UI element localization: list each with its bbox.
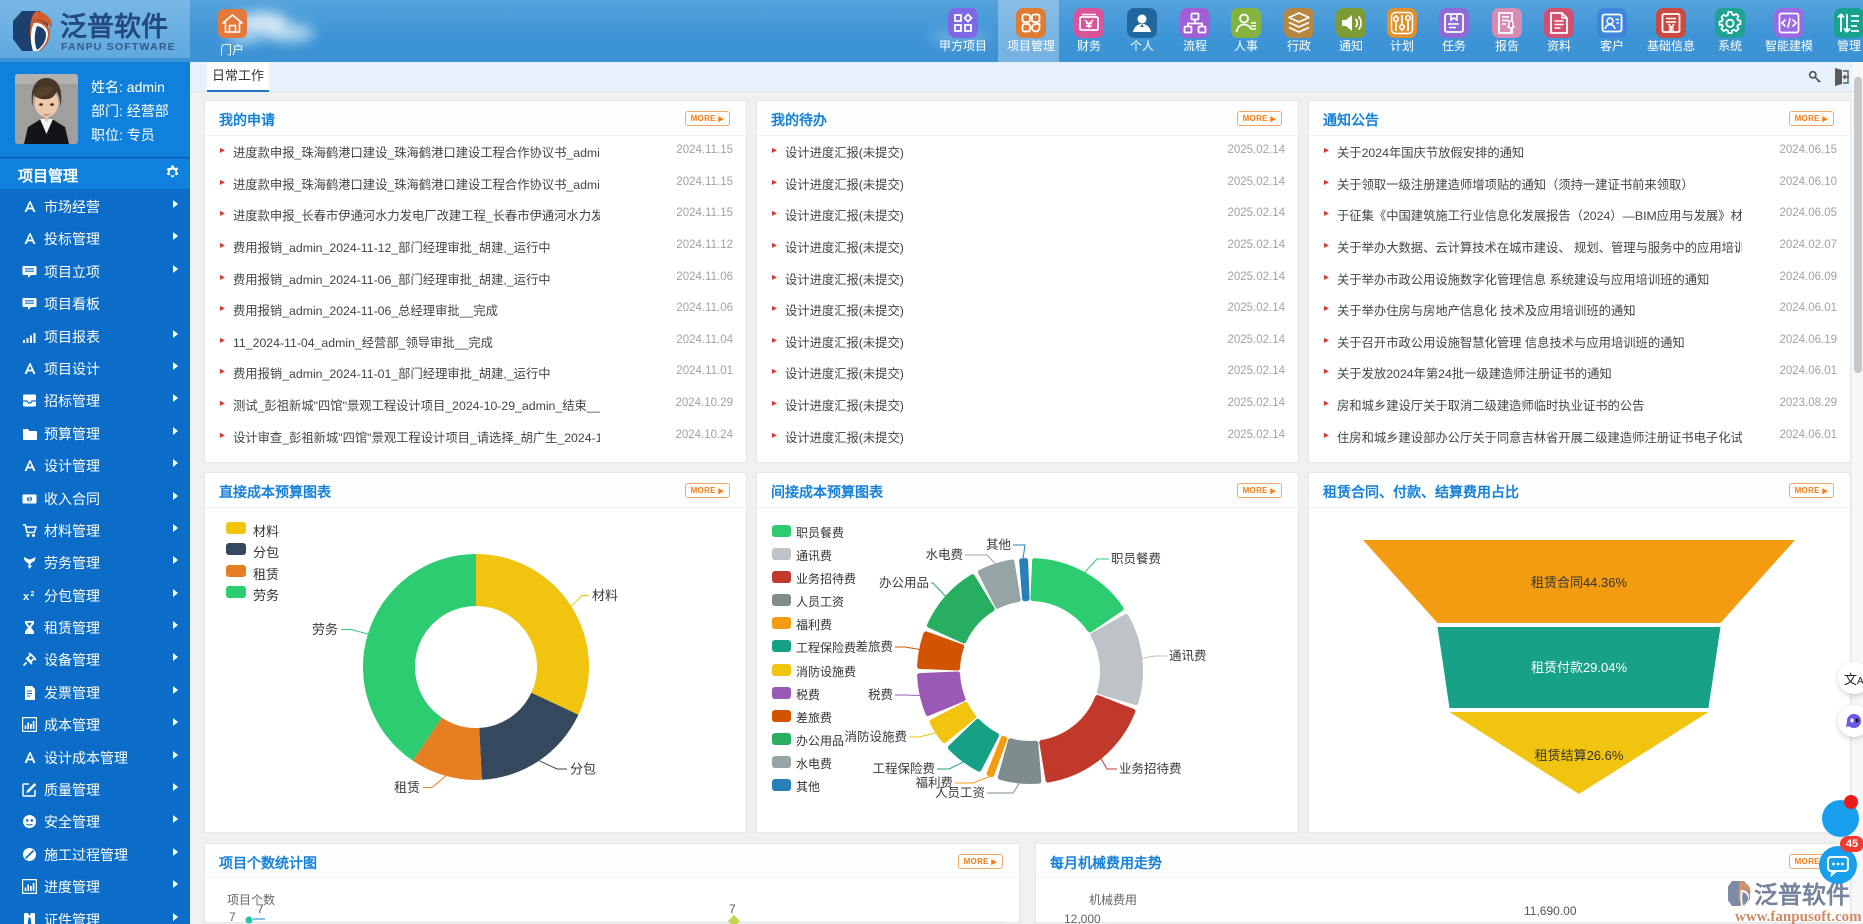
svg-text:消防设施费: 消防设施费: [844, 729, 907, 744]
svg-text:通讯费: 通讯费: [1169, 649, 1207, 663]
svg-text:水电费: 水电费: [925, 548, 963, 562]
svg-text:劳务: 劳务: [312, 622, 338, 637]
svg-text:分包: 分包: [570, 762, 596, 777]
svg-text:租赁结算26.6%: 租赁结算26.6%: [1535, 748, 1624, 763]
svg-text:福利费: 福利费: [915, 775, 953, 790]
svg-text:2: 2: [31, 591, 35, 598]
svg-text:租赁: 租赁: [394, 780, 420, 795]
svg-text:职员餐费: 职员餐费: [1111, 551, 1161, 566]
svg-text:租赁合同44.36%: 租赁合同44.36%: [1531, 575, 1628, 590]
svg-text:办公用品: 办公用品: [879, 575, 929, 590]
svg-text:税费: 税费: [868, 688, 893, 702]
svg-text:租赁付款29.04%: 租赁付款29.04%: [1531, 660, 1628, 675]
svg-text:www.fanpusoft.com: www.fanpusoft.com: [1735, 909, 1862, 924]
svg-text:材料: 材料: [592, 588, 618, 603]
svg-text:差旅费: 差旅费: [855, 640, 893, 654]
svg-text:工程保险费: 工程保险费: [872, 761, 935, 776]
svg-text:其他: 其他: [986, 538, 1012, 552]
svg-text:业务招待费: 业务招待费: [1119, 761, 1182, 776]
svg-text:x: x: [23, 591, 30, 603]
svg-text:泛普软件: 泛普软件: [60, 11, 168, 42]
svg-text:泛普软件: 泛普软件: [1754, 881, 1850, 909]
svg-text:FANPU SOFTWARE: FANPU SOFTWARE: [61, 41, 176, 53]
